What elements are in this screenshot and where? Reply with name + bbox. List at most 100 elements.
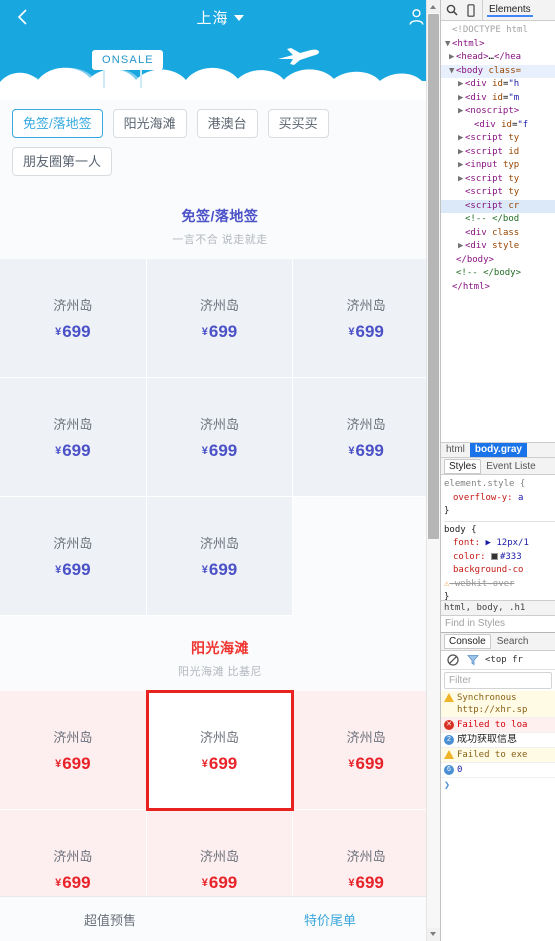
tab-event-listeners[interactable]: Event Liste: [482, 460, 539, 473]
dom-tree[interactable]: <!DOCTYPE html ▼ <html> ▶ <head>…</hea ▼ <body…: [441, 21, 555, 442]
disclosure-triangle-icon[interactable]: ▶: [458, 146, 465, 160]
bottom-tab-presale[interactable]: 超值预售: [0, 910, 220, 929]
dom-node[interactable]: </html>: [441, 281, 555, 295]
dom-node[interactable]: <script cr: [441, 199, 555, 213]
filter-chip-hk-macau-taiwan[interactable]: 港澳台: [196, 109, 258, 138]
city-selector[interactable]: 上海: [196, 7, 244, 28]
dom-node[interactable]: <!DOCTYPE html: [441, 24, 555, 38]
breadcrumb-item-body[interactable]: body.gray: [469, 443, 527, 457]
disclosure-triangle-icon[interactable]: ▶: [458, 240, 465, 254]
bottom-tab-clearance[interactable]: 特价尾单: [220, 910, 440, 929]
product-price: ¥699: [55, 754, 91, 774]
product-card[interactable]: 济州岛 ¥699: [293, 691, 440, 810]
breadcrumb-item-html[interactable]: html: [441, 443, 470, 457]
style-declaration[interactable]: font: ▶ 12px/1: [444, 537, 555, 551]
filter-chip-first-in-moments[interactable]: 朋友圈第一人: [12, 147, 113, 176]
user-profile-button[interactable]: [406, 6, 428, 28]
product-price: ¥699: [55, 873, 91, 893]
sign-post-right: [140, 70, 142, 88]
tab-styles[interactable]: Styles: [444, 458, 482, 474]
dom-node[interactable]: <!-- </bod: [441, 213, 555, 227]
device-toggle-icon[interactable]: [463, 3, 478, 18]
price-value: 699: [355, 321, 384, 341]
search-icon[interactable]: [444, 3, 459, 18]
style-declaration[interactable]: background-co: [444, 564, 555, 578]
price-value: 699: [208, 872, 238, 892]
disclosure-triangle-icon[interactable]: ▼: [445, 38, 452, 52]
dom-node[interactable]: ▶ <input typ: [441, 159, 555, 173]
dom-node[interactable]: <!-- </body>: [441, 267, 555, 281]
style-declaration-invalid[interactable]: ⚠-webkit-over: [444, 578, 555, 592]
product-card[interactable]: 济州岛 ¥699: [0, 259, 147, 378]
disclosure-triangle-icon[interactable]: ▼: [449, 65, 456, 79]
product-card[interactable]: 济州岛 ¥699: [146, 378, 294, 497]
product-price: ¥699: [348, 873, 384, 893]
product-card-selected[interactable]: 济州岛 ¥699: [145, 690, 295, 811]
dom-node[interactable]: ▼ <body class=: [441, 64, 555, 79]
dom-node[interactable]: ▶ <script ty: [441, 132, 555, 146]
currency-symbol: ¥: [55, 757, 62, 770]
clear-console-icon[interactable]: [445, 653, 460, 668]
console-prompt[interactable]: ❯: [441, 778, 555, 793]
console-log-list[interactable]: Synchronous http://xhr.sp ✕ Failed to lo…: [441, 691, 555, 941]
dom-node[interactable]: </body>: [441, 254, 555, 268]
disclosure-triangle-icon[interactable]: ▶: [458, 78, 465, 92]
dom-node[interactable]: <div class: [441, 227, 555, 241]
product-card[interactable]: 济州岛 ¥699: [0, 497, 147, 616]
console-log-entry[interactable]: 6 0: [441, 763, 555, 778]
disclosure-triangle-icon[interactable]: ▶: [458, 105, 465, 119]
product-card[interactable]: 济州岛 ¥699: [293, 259, 440, 378]
console-log-entry[interactable]: Synchronous http://xhr.sp: [441, 691, 555, 718]
product-card[interactable]: 济州岛 ¥699: [0, 378, 147, 497]
dom-node[interactable]: ▶ <script ty: [441, 173, 555, 187]
disclosure-triangle-icon[interactable]: ▶: [458, 159, 465, 173]
dom-node[interactable]: ▶ <head>…</hea: [441, 51, 555, 65]
product-card[interactable]: 济州岛 ¥699: [146, 259, 294, 378]
styles-pane[interactable]: element.style { overflow-y: a } body { f…: [441, 475, 555, 600]
tab-elements[interactable]: Elements: [487, 4, 533, 17]
dom-node[interactable]: ▶ <div id="m: [441, 92, 555, 106]
product-card[interactable]: 济州岛 ¥699: [146, 497, 294, 616]
funnel-icon[interactable]: [465, 653, 480, 668]
style-declaration[interactable]: overflow-y: a: [444, 492, 555, 506]
filter-chip-sunny-beach[interactable]: 阳光海滩: [112, 109, 187, 138]
disclosure-triangle-icon[interactable]: ▶: [458, 173, 465, 187]
dom-node[interactable]: ▶ <script id: [441, 146, 555, 160]
console-log-entry[interactable]: ✕ Failed to loa: [441, 718, 555, 733]
style-declaration[interactable]: color: #333: [444, 551, 555, 565]
console-log-entry[interactable]: 2 成功获取信息: [441, 733, 555, 748]
price-value: 699: [355, 872, 384, 892]
computed-selector-bar[interactable]: html, body, .h1: [441, 600, 555, 615]
product-card[interactable]: 济州岛 ¥699: [293, 378, 440, 497]
dom-node[interactable]: ▶ <noscript>: [441, 105, 555, 119]
price-value: 699: [62, 321, 91, 341]
filter-chip-shopping[interactable]: 买买买: [267, 109, 329, 138]
tab-console[interactable]: Console: [444, 634, 491, 649]
currency-symbol: ¥: [348, 325, 355, 338]
dom-node[interactable]: ▶ <div style: [441, 240, 555, 254]
disclosure-triangle-icon[interactable]: ▶: [458, 132, 465, 146]
disclosure-triangle-icon[interactable]: ▶: [449, 51, 456, 65]
scrollbar-thumb[interactable]: [428, 14, 439, 539]
dom-node[interactable]: ▶ <div id="h: [441, 78, 555, 92]
dom-node[interactable]: ▼ <html>: [441, 38, 555, 52]
onsale-sign: ONSALE: [92, 50, 163, 88]
back-button[interactable]: [12, 6, 34, 28]
style-property: -webkit-over: [449, 578, 515, 589]
page-scrollbar[interactable]: [426, 0, 440, 941]
style-rule-selector[interactable]: body {: [444, 524, 555, 538]
console-context-selector[interactable]: <top fr: [485, 655, 523, 665]
scroll-down-arrow-icon[interactable]: [427, 928, 440, 941]
filter-chip-visa-free[interactable]: 免签/落地签: [12, 109, 103, 138]
dom-node[interactable]: <script ty: [441, 186, 555, 200]
style-rule-selector[interactable]: element.style {: [444, 478, 555, 492]
console-log-entry[interactable]: Failed to exe: [441, 748, 555, 763]
product-card[interactable]: 济州岛 ¥699: [0, 691, 147, 810]
disclosure-triangle-icon[interactable]: ▶: [458, 92, 465, 106]
dom-node[interactable]: <div id="f: [441, 119, 555, 133]
find-in-styles-input[interactable]: Find in Styles: [441, 615, 555, 632]
color-swatch-icon[interactable]: [490, 552, 498, 560]
scroll-up-arrow-icon[interactable]: [427, 0, 440, 13]
console-filter-input[interactable]: Filter: [444, 672, 552, 689]
tab-search[interactable]: Search: [493, 635, 533, 648]
